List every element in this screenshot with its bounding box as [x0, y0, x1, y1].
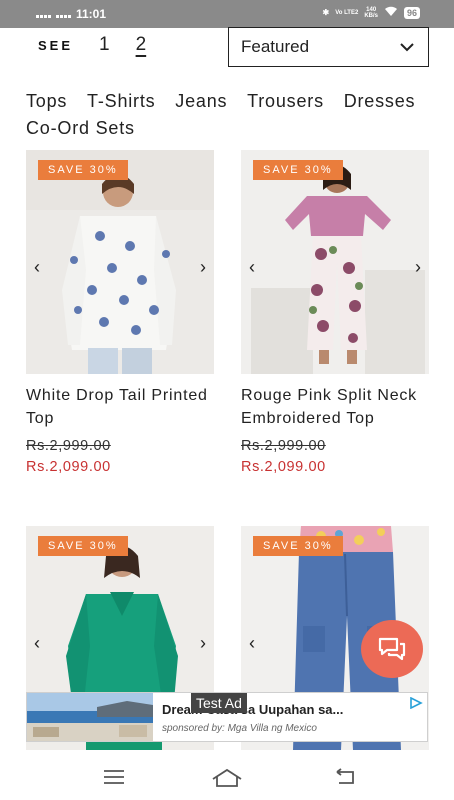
ad-image [27, 693, 153, 741]
see-label: SEE [38, 37, 74, 53]
battery-indicator: 96 [403, 6, 420, 19]
home-icon[interactable] [211, 768, 243, 788]
network-label: Vo LTE2 [335, 9, 359, 16]
wifi-icon [384, 6, 398, 19]
chevron-left-icon[interactable]: ‹ [34, 258, 40, 276]
chevron-right-icon[interactable]: › [415, 258, 421, 276]
ad-choices-icon[interactable] [409, 697, 423, 709]
category-list: Tops T-Shirts Jeans Trousers Dresses Co-… [26, 88, 446, 142]
chevron-right-icon[interactable]: › [200, 634, 206, 652]
category-co-ord-sets[interactable]: Co-Ord Sets [26, 115, 135, 142]
ad-sponsor: sponsored by: Mga Villa ng Mexico [162, 723, 317, 734]
product-photo [241, 150, 429, 374]
sale-price: Rs.2,099.00 [241, 459, 326, 475]
category-jeans[interactable]: Jeans [175, 88, 227, 115]
chevron-left-icon[interactable]: ‹ [249, 258, 255, 276]
speed-indicator: 140 KB/s [364, 7, 378, 19]
original-price: Rs.2,999.00 [241, 438, 326, 454]
product-image[interactable]: SAVE 30% ‹ › [241, 150, 429, 374]
save-badge: SAVE 30% [38, 160, 128, 180]
chevron-right-icon[interactable]: › [200, 258, 206, 276]
category-dresses[interactable]: Dresses [344, 88, 416, 115]
product-card[interactable]: SAVE 30% ‹ › White Drop Tail Printed Top… [26, 150, 214, 475]
navigation-bar [0, 760, 454, 800]
ad-title[interactable]: Dream Casa sa Uupahan sa... [162, 702, 343, 717]
status-bar: 11:01 ✱ Vo LTE2 140 KB/s 96 [0, 0, 454, 28]
save-badge: SAVE 30% [253, 536, 343, 556]
save-badge: SAVE 30% [253, 160, 343, 180]
pagination: SEE 1 2 [38, 30, 146, 60]
original-price: Rs.2,999.00 [26, 438, 111, 454]
signal-icon [36, 10, 51, 18]
signal-icon-2 [56, 10, 71, 18]
category-t-shirts[interactable]: T-Shirts [87, 88, 155, 115]
chevron-left-icon[interactable]: ‹ [34, 634, 40, 652]
test-ad-label: Test Ad [191, 693, 247, 713]
product-name[interactable]: White Drop Tail Printed Top [26, 385, 214, 430]
product-image[interactable]: SAVE 30% ‹ › [26, 150, 214, 374]
product-name[interactable]: Rouge Pink Split Neck Embroidered Top [241, 385, 429, 430]
back-icon[interactable] [333, 768, 357, 786]
chevron-down-icon [400, 43, 414, 52]
product-photo [26, 150, 214, 374]
clock: 11:01 [76, 7, 107, 21]
sort-selected-value: Featured [241, 37, 310, 56]
product-card[interactable]: SAVE 30% ‹ › Rouge Pink Split Neck Embro… [241, 150, 429, 475]
speed-unit: KB/s [364, 12, 378, 19]
save-badge: SAVE 30% [38, 536, 128, 556]
page-link-1[interactable]: 1 [99, 34, 110, 56]
bluetooth-icon: ✱ [322, 8, 330, 17]
sort-dropdown[interactable]: Featured [228, 27, 429, 67]
category-trousers[interactable]: Trousers [247, 88, 324, 115]
chat-button[interactable] [361, 620, 423, 678]
page-link-2[interactable]: 2 [136, 34, 147, 56]
category-tops[interactable]: Tops [26, 88, 67, 115]
menu-icon[interactable] [103, 768, 125, 786]
sale-price: Rs.2,099.00 [26, 459, 111, 475]
chevron-left-icon[interactable]: ‹ [249, 634, 255, 652]
chat-icon [378, 637, 406, 661]
